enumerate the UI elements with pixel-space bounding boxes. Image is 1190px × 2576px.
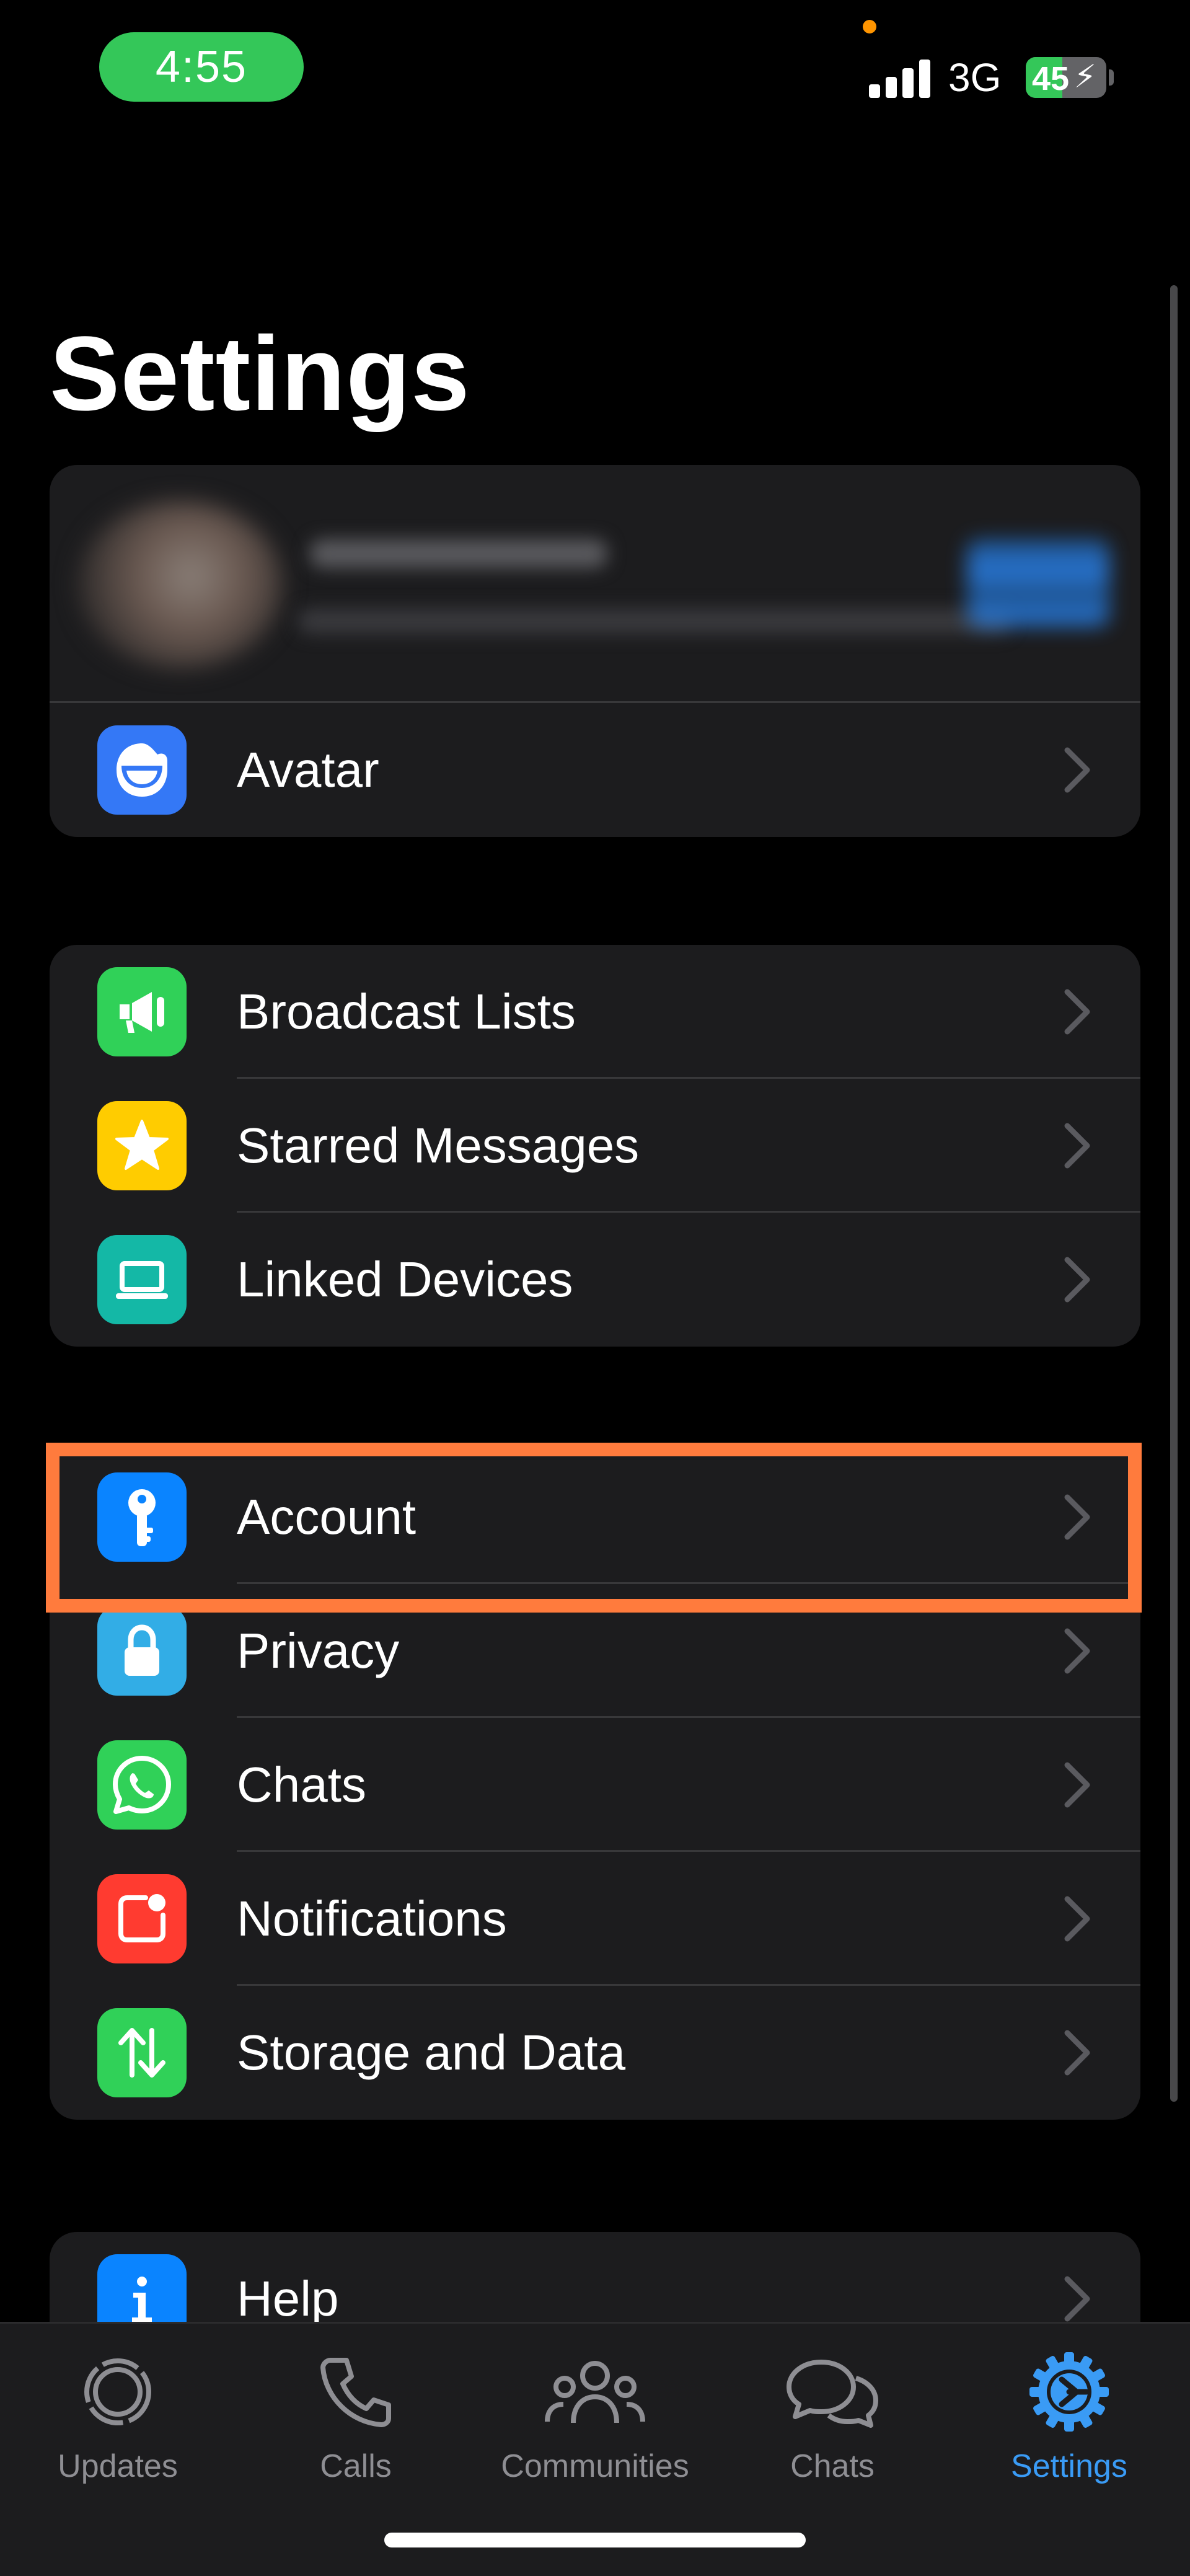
row-label: Help <box>237 2271 339 2326</box>
row-label: Privacy <box>237 1623 400 1678</box>
tab-label: Calls <box>320 2448 392 2484</box>
tab-chats[interactable]: Chats <box>730 2348 935 2510</box>
row-avatar[interactable]: Avatar <box>50 703 1140 837</box>
row-starred-messages[interactable]: Starred Messages <box>50 1079 1140 1213</box>
status-time: 4:55 <box>99 32 304 102</box>
row-notifications[interactable]: Notifications <box>50 1852 1140 1986</box>
profile-status-blurred <box>298 609 1010 634</box>
chevron-right-icon <box>1064 1257 1090 1303</box>
tab-label: Chats <box>790 2448 875 2484</box>
chevron-right-icon <box>1064 2276 1090 2322</box>
battery-icon: 45 ⚡ <box>1026 57 1106 98</box>
tab-label: Updates <box>58 2448 178 2484</box>
row-label: Notifications <box>237 1891 507 1946</box>
tab-bar: Updates Calls Communities Chats Settings <box>0 2322 1190 2576</box>
chevron-right-icon <box>1064 1123 1090 1169</box>
megaphone-icon <box>97 967 187 1056</box>
tab-settings[interactable]: Settings <box>967 2348 1171 2510</box>
communities-icon <box>539 2348 651 2435</box>
scrollbar[interactable] <box>1170 285 1178 2102</box>
chevron-right-icon <box>1064 747 1090 793</box>
chat-bubbles-icon <box>777 2348 888 2435</box>
lock-icon <box>97 1606 187 1696</box>
network-type: 3G <box>948 55 1002 100</box>
page-title: Settings <box>50 315 470 433</box>
laptop-icon <box>97 1235 187 1324</box>
battery-cap <box>1109 69 1114 86</box>
profile-photo <box>78 501 283 668</box>
chevron-right-icon <box>1064 989 1090 1035</box>
tab-label: Settings <box>1011 2448 1127 2484</box>
row-broadcast-lists[interactable]: Broadcast Lists <box>50 945 1140 1079</box>
whatsapp-icon <box>97 1740 187 1830</box>
row-storage-and-data[interactable]: Storage and Data <box>50 1986 1140 2120</box>
row-label: Linked Devices <box>237 1252 573 1307</box>
row-label: Starred Messages <box>237 1118 640 1173</box>
updates-icon <box>62 2348 174 2435</box>
status-bar: 4:55 3G 45 ⚡ <box>0 0 1190 136</box>
row-linked-devices[interactable]: Linked Devices <box>50 1213 1140 1347</box>
profile-group: Avatar <box>50 465 1140 837</box>
bolt-icon: ⚡ <box>1073 59 1096 95</box>
chevron-right-icon <box>1064 1896 1090 1942</box>
phone-icon <box>300 2348 412 2435</box>
up-down-arrows-icon <box>97 2008 187 2097</box>
notification-badge-icon <box>97 1874 187 1963</box>
battery-level: 45 <box>1032 60 1070 97</box>
chevron-right-icon <box>1064 1762 1090 1808</box>
home-indicator[interactable] <box>384 2533 806 2547</box>
profile-row[interactable] <box>50 465 1140 703</box>
qr-code-icon[interactable] <box>967 539 1109 626</box>
row-label: Avatar <box>237 742 379 797</box>
tab-label: Communities <box>501 2448 689 2484</box>
chevron-right-icon <box>1064 1628 1090 1674</box>
profile-name-blurred <box>310 539 607 568</box>
tab-updates[interactable]: Updates <box>15 2348 220 2510</box>
row-label: Chats <box>237 1757 366 1812</box>
settings-gear-icon <box>1013 2348 1125 2435</box>
mic-indicator-dot <box>863 20 876 33</box>
highlight-box <box>46 1443 1142 1613</box>
tab-communities[interactable]: Communities <box>493 2348 697 2510</box>
cellular-signal-icon <box>869 60 931 98</box>
row-label: Storage and Data <box>237 2025 626 2080</box>
tools-group: Broadcast Lists Starred Messages Linked … <box>50 945 1140 1347</box>
chevron-right-icon <box>1064 2030 1090 2076</box>
avatar-icon <box>97 725 187 815</box>
row-chats[interactable]: Chats <box>50 1718 1140 1852</box>
tab-calls[interactable]: Calls <box>253 2348 458 2510</box>
row-label: Broadcast Lists <box>237 984 576 1039</box>
star-icon <box>97 1101 187 1190</box>
